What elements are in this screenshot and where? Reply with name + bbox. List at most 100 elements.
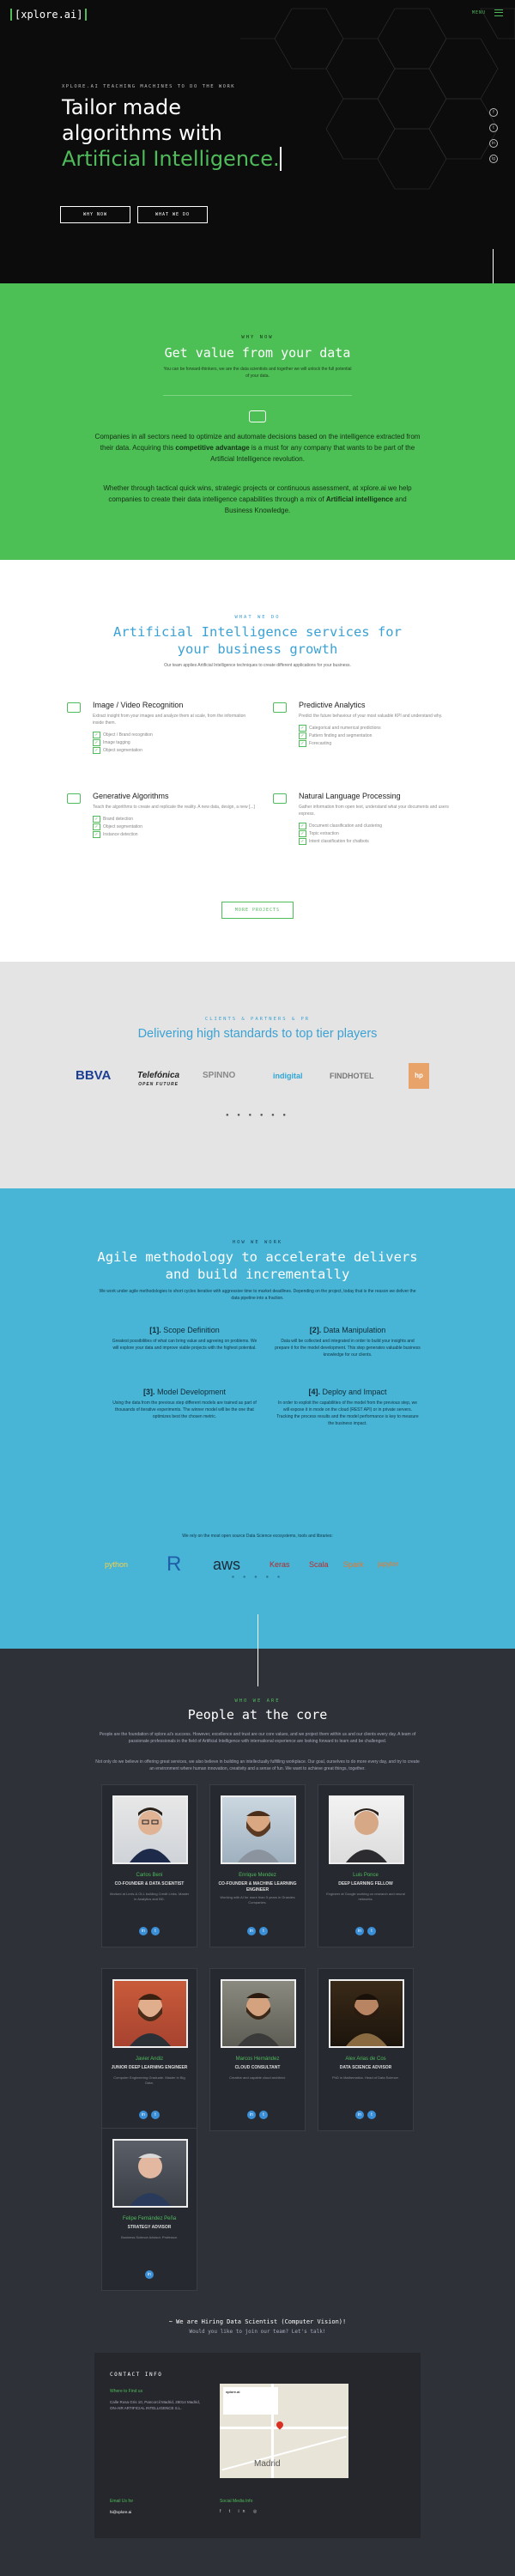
member-name: Marcos Hernández	[235, 2057, 280, 2062]
hero-tagline: XPLORE.AI TEACHING MACHINES TO DO THE WO…	[62, 84, 236, 89]
step-text: Using the data from the previous step di…	[112, 1400, 257, 1419]
map-title: xplore.ai	[226, 2390, 240, 2394]
linkedin-icon[interactable]: in	[139, 2111, 148, 2119]
chat-icon	[273, 793, 287, 804]
puzzle-icon	[67, 793, 81, 804]
service-desc: Teach the algorithms to create and repli…	[93, 805, 255, 810]
member-name: Alex Arias de Cos	[345, 2057, 386, 2062]
twitter-icon[interactable]: t	[151, 2111, 160, 2119]
service-bullet: Instance detection	[93, 831, 256, 839]
hero-line-1: Tailor made	[62, 95, 181, 119]
linkedin-icon[interactable]: in	[355, 2111, 364, 2119]
service-title: Image / Video Recognition	[93, 701, 184, 709]
member-desc: Creative and capable cloud architect.	[229, 2075, 286, 2080]
contact-social-icons[interactable]: f t in ◎	[220, 2509, 260, 2514]
client-logo-spinno: SPINNO	[203, 1071, 236, 1080]
what-we-do-button[interactable]: WHAT WE DO	[137, 206, 208, 223]
service-generative-algorithms: Generative Algorithms Teach the algorith…	[67, 792, 256, 839]
scroll-line	[493, 249, 494, 283]
service-bullet: Intent classification for chatbots	[299, 838, 462, 846]
service-image-recognition: Image / Video Recognition Extract insigh…	[67, 701, 256, 755]
linkedin-icon[interactable]: in	[247, 1927, 256, 1935]
open-future-label: OPEN FUTURE	[138, 1082, 179, 1087]
linkedin-icon[interactable]: in	[355, 1927, 364, 1935]
contact-where-label: Where to Find us	[110, 2389, 143, 2394]
hero-line-2: algorithms with	[62, 121, 222, 145]
member-role: CLOUD CONSULTANT	[234, 2065, 281, 2070]
twitter-icon[interactable]: t	[151, 1927, 160, 1935]
twitter-icon[interactable]: t	[259, 2111, 268, 2119]
twitter-icon[interactable]: t	[367, 1927, 376, 1935]
instagram-icon[interactable]: ig	[489, 155, 498, 163]
client-logo-findhotel: FINDHOTEL	[330, 1072, 374, 1080]
service-title: Generative Algorithms	[93, 792, 169, 800]
member-role: STRATEGY ADVISOR	[127, 2225, 172, 2230]
member-desc: Business Science Advisor. Professor.	[121, 2235, 178, 2239]
team-card: Alex Arias de Cos DATA SCIENCE ADVISOR P…	[318, 1968, 414, 2131]
value-paragraph-2: Whether through tactical quick wins, str…	[103, 484, 412, 514]
menu-icon[interactable]	[494, 9, 503, 16]
member-desc: Computer Engineering Graduate. Master in…	[113, 2075, 185, 2085]
team-section: WHO WE ARE People at the core People are…	[0, 1614, 515, 2576]
divider	[163, 395, 352, 396]
step-scope: [1]. Scope Definition Greatest possibili…	[112, 1326, 258, 1352]
member-name: Javier Andiz	[135, 2057, 164, 2062]
value-title: Get value from your data	[164, 345, 351, 361]
avatar	[221, 1979, 296, 2048]
service-bullet: Topic extraction	[299, 830, 462, 838]
linkedin-icon[interactable]: in	[145, 2270, 154, 2279]
member-role: JUNIOR DEEP LEARNING ENGINEER	[111, 2065, 188, 2070]
step-text: Data will be collected and integrated in…	[275, 1339, 421, 1358]
step-title: [2]. Data Manipulation	[309, 1326, 386, 1334]
contact-email[interactable]: hi@xplore.ai	[110, 2509, 131, 2515]
avatar	[221, 1795, 296, 1864]
step-text: Greatest possibilities of what can bring…	[112, 1339, 258, 1351]
step-title: [1]. Scope Definition	[149, 1326, 220, 1334]
site-logo[interactable]: [xplore.ai]	[10, 9, 88, 21]
carousel-dots[interactable]: ● ● ● ● ●	[0, 1575, 515, 1580]
services-subtitle: Our team applies Artificial Intelligence…	[164, 663, 351, 668]
map-city: Madrid	[254, 2459, 281, 2469]
service-title: Predictive Analytics	[299, 701, 366, 709]
twitter-icon[interactable]: t	[259, 1927, 268, 1935]
step-deploy: [4]. Deploy and Impact In order to explo…	[275, 1388, 421, 1427]
location-map[interactable]: Madrid xplore.ai	[220, 2384, 348, 2478]
linkedin-icon[interactable]: in	[489, 139, 498, 148]
hiring-subline: Would you like to join our team? Let's t…	[189, 2329, 326, 2335]
team-card: Luis Ponce DEEP LEARNING FELLOW Engineer…	[318, 1784, 414, 1947]
client-logo-hp: hp	[409, 1063, 429, 1089]
service-desc: Predict the future behaviour of your mos…	[299, 714, 443, 719]
facebook-icon[interactable]: f	[489, 108, 498, 117]
member-role: CO-FOUNDER & MACHINE LEARNING ENGINEER	[218, 1881, 297, 1893]
value-section: WHY NOW Get value from your data You can…	[0, 283, 515, 560]
menu-label[interactable]: MENU	[472, 10, 486, 15]
value-paragraph-1: Companies in all sectors need to optimiz…	[94, 433, 421, 463]
member-desc: Engineer at Google working on research a…	[326, 1892, 405, 1901]
team-card: Carlos Beni CO-FOUNDER & DATA SCIENTIST …	[101, 1784, 197, 1947]
more-projects-button[interactable]: MORE PROJECTS	[221, 902, 294, 919]
linkedin-icon[interactable]: in	[139, 1927, 148, 1935]
hiring-line[interactable]: ~ We are Hiring Data Scientist (Computer…	[0, 2318, 515, 2325]
hero-heading: Tailor made algorithms with Artificial I…	[62, 94, 282, 172]
twitter-icon[interactable]: t	[367, 2111, 376, 2119]
tools-text: We rely on the most open source Data Sci…	[182, 1534, 333, 1539]
member-role: CO-FOUNDER & DATA SCIENTIST	[114, 1881, 185, 1886]
chart-icon	[273, 702, 287, 713]
value-tag: WHY NOW	[241, 335, 274, 340]
client-logo-telefonica: Telefónica OPEN FUTURE	[137, 1071, 180, 1087]
avatar	[112, 2139, 188, 2208]
carousel-dots[interactable]: ● ● ● ● ● ●	[0, 1113, 515, 1118]
twitter-icon[interactable]: t	[489, 124, 498, 132]
step-title: [4]. Deploy and Impact	[308, 1388, 387, 1396]
team-card: Javier Andiz JUNIOR DEEP LEARNING ENGINE…	[101, 1968, 197, 2131]
member-role: DATA SCIENCE ADVISOR	[339, 2065, 392, 2070]
contact-box: CONTACT INFO Where to Find us Calle Rosa…	[94, 2353, 421, 2538]
service-bullet: Pattern finding and segmentation	[299, 732, 462, 740]
why-now-button[interactable]: WHY NOW	[60, 206, 130, 223]
team-tag: WHO WE ARE	[234, 1698, 281, 1704]
hexagon-mesh-background	[240, 8, 515, 190]
linkedin-icon[interactable]: in	[247, 2111, 256, 2119]
team-card: Felipe Fernández Peña STRATEGY ADVISOR B…	[101, 2128, 197, 2291]
contact-email-label: Email Us for	[110, 2499, 134, 2504]
services-section: WHAT WE DO Artificial Intelligence servi…	[0, 560, 515, 962]
